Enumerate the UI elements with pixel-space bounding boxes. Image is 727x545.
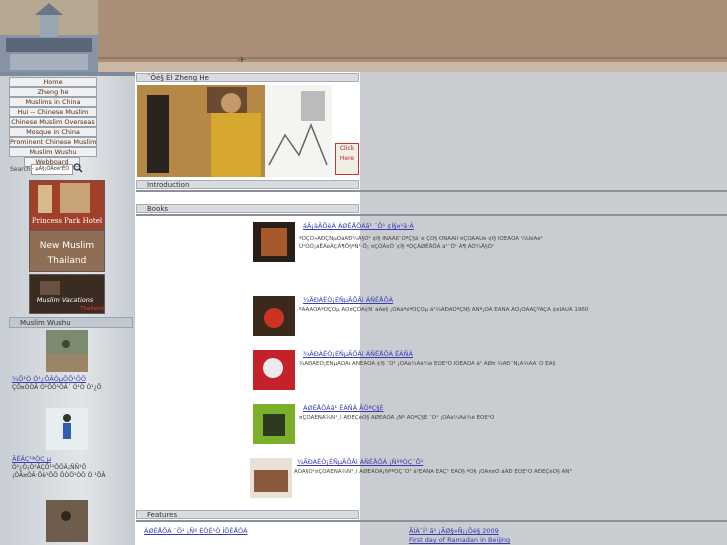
- zheng-he-section-head: ¨Ôé§ ËÍ Zheng He: [136, 73, 359, 82]
- feature-item-1[interactable]: ÁØÊÅÔÁ ¨Õ¹ ¡Ñº ÈÒÊ¹Ò ÍÔÊÅÒÁ: [144, 526, 354, 535]
- book-desc-2: ºÃÃÂÒÂªÕÇÔµ ÁÕ¤ÇÒÁ¢Ñ´áÂé§ ¡ÒÃãªéªÕÇÔµ ã¹…: [299, 307, 589, 313]
- features-label: Features: [147, 511, 178, 519]
- feature-title-2[interactable]: ÃÍÁ¯Í¹ ã¹ ¡ÃØ§»Ñ¡¡Ôè§ 2009: [409, 527, 499, 535]
- book-title-3[interactable]: ¾ÃÐÁËÒ¡ÉÑµÃÔÂì ÁÑÊÅÔÁ ÊÁÑÂ: [303, 350, 413, 358]
- nav-muslim-wushu[interactable]: Muslim Wushu: [9, 147, 97, 157]
- search-icon[interactable]: [73, 163, 83, 173]
- book-cover-5[interactable]: [250, 458, 292, 498]
- banner-subtext: Thailand: [79, 306, 104, 312]
- zheng-he-head-label: ¨Ôé§ ËÍ Zheng He: [147, 74, 209, 82]
- separator: [136, 190, 727, 192]
- feature-item-2[interactable]: ÃÍÁ¯Í¹ ã¹ ¡ÃØ§»Ñ¡¡Ôè§ 2009 First day of …: [409, 526, 619, 544]
- banner-text: Princess Park Hotel: [32, 217, 103, 225]
- feature-subtitle-2[interactable]: First day of Ramadan in Beijing: [409, 536, 510, 544]
- separator: [136, 520, 727, 522]
- side-item-2-title[interactable]: ÃËÂÇ¹ªÒÇ µ: [12, 455, 51, 463]
- side-item-2-desc: Ò¹¿Ò¡Ò¹ÃÇÔ¹¹ÔÕÂ¡ÑÑ¹Õ ¡ÒÃ¤ÒÂ·Õè¹ÕÕ ÕÒÕ¹ÒÕ…: [12, 464, 106, 479]
- zheng-he-portrait: [137, 85, 265, 177]
- separator: [136, 214, 727, 216]
- header-banner: ✈: [98, 0, 727, 62]
- book-cover-4[interactable]: [253, 404, 295, 444]
- nav-mosque-in-china[interactable]: Mosque in China: [9, 127, 97, 137]
- introduction-section-head[interactable]: Introduction: [136, 180, 359, 189]
- banner-text: Muslim Vacations: [37, 296, 94, 304]
- book-title-2[interactable]: ¾ÃÐÁËÒ¡ÉÑµÃÔÂì ÁÑÊÅÔÁ: [303, 296, 393, 304]
- book-desc-1: ªÕÇÔ»ÃÐÇÑµÔáÅÐ¼Å§Ò¹ ¢Í§ ÍÑÅÅÍÎ¨ÕºÇ§ä´é Ç…: [299, 236, 543, 250]
- book-title-4[interactable]: ÁØÊÅÔÁã¹ ÊÁÑÂ ÃÒªÇ§È: [303, 404, 384, 412]
- princess-park-hotel-banner[interactable]: Princess Park Hotel: [29, 180, 105, 230]
- click-here-line-1: Click: [339, 145, 355, 152]
- click-here-line-2: Here: [339, 155, 355, 162]
- muslim-vacations-banner[interactable]: Muslim Vacations Thailand: [29, 274, 105, 314]
- banner-text-2: Thailand: [47, 256, 87, 266]
- side-item-1-desc: ÇÔ¤ÒÒÃ Ò¹ÕÕ¹ÕÂ´ Ò¹Ò Ò¹¿Õ: [12, 384, 102, 391]
- books-label: Books: [147, 205, 169, 213]
- nav-hui-chinese-muslim[interactable]: Hui -- Chinese Muslim: [9, 107, 97, 117]
- zheng-he-sketch: [265, 85, 332, 177]
- nav-chinese-muslim-overseas[interactable]: Chinese Muslim Overseas: [9, 117, 97, 127]
- book-title-5[interactable]: ¾ÃÐÁËÒ¡ÉÑµÃÔÂì ÁÑÊÅÔÁ ¡ÑºªÒÇ¨Õ¹: [297, 458, 423, 466]
- nav-home[interactable]: Home: [9, 77, 97, 87]
- book-desc-4: ¤ÇÒÁÊÑÁ¾Ñ¹¸ì ÃÐËÇèÒ§ ÁØÊÅÔÁ ¡Ñº ÃÒªÇ§È ¨…: [299, 415, 495, 421]
- introduction-label: Introduction: [147, 181, 190, 189]
- nav-prominent-chinese-muslim[interactable]: Prominent Chinese Muslim: [9, 137, 97, 147]
- wushu-thumbnail-1[interactable]: [46, 330, 88, 372]
- nav-zheng-he[interactable]: Zheng he: [9, 87, 97, 97]
- banner-text-1: New Muslim: [40, 241, 94, 251]
- book-cover-1[interactable]: [253, 222, 295, 262]
- book-desc-3: ¾ÃÐÁËÒ¡ÉÑµÃÔÂì ÁÑÊÅÔÁ ¢Í§ ¨Õ¹ ¡ÒÃà¼Âá¼è …: [299, 361, 556, 367]
- click-here-button[interactable]: Click Here: [335, 143, 359, 175]
- book-title-1[interactable]: áÃ¡àÃÔèÁ ÁØÊÅÔÁã¹ ¨Õ¹ ¢Í§¤¹ä·Â: [303, 222, 414, 230]
- side-item-1: ¾Ô¹Ò Ò¹¿ÕÂÒµÕÕ¹ÕÕ ÇÔ¤ÒÒÃ Ò¹ÕÕ¹ÕÂ´ Ò¹Ò Ò¹…: [12, 375, 122, 392]
- new-muslim-thailand-banner[interactable]: New Muslim Thailand: [29, 230, 105, 272]
- books-section-head: Books: [136, 204, 359, 213]
- side-item-2: ÃËÂÇ¹ªÒÇ µ Ò¹¿Ò¡Ò¹ÃÇÔ¹¹ÔÕÂ¡ÑÑ¹Õ ¡ÒÃ¤ÒÂ·Õ…: [12, 455, 122, 480]
- feature-title-1[interactable]: ÁØÊÅÔÁ ¨Õ¹ ¡Ñº ÈÒÊ¹Ò ÍÔÊÅÒÁ: [144, 527, 247, 535]
- book-cover-2[interactable]: [253, 296, 295, 336]
- header-strip: [98, 62, 727, 72]
- features-section-head: Features: [136, 510, 359, 519]
- mosque-tower-image: [0, 0, 98, 72]
- wushu-thumbnail-3[interactable]: [46, 500, 88, 542]
- side-item-1-title[interactable]: ¾Ô¹Ò Ò¹¿ÕÂÒµÕÕ¹ÕÕ: [12, 375, 86, 383]
- book-desc-5: ÃÒÂ§Ò¹¤ÇÒÁÊÑÁ¾Ñ¹¸ì ÁØÊÅÔÁ¡ÑºªÒÇ¨Õ¹ ã¹ÊÁÑ…: [294, 469, 573, 475]
- nav-muslims-in-china[interactable]: Muslims in China: [9, 97, 97, 107]
- search-input[interactable]: - µÃ§¡ÒÃ¤é¹ËÒ -: [31, 164, 73, 175]
- book-cover-3[interactable]: [253, 350, 295, 390]
- wushu-thumbnail-2[interactable]: [46, 408, 88, 450]
- muslim-wushu-section-head: Muslim Wushu: [9, 317, 133, 328]
